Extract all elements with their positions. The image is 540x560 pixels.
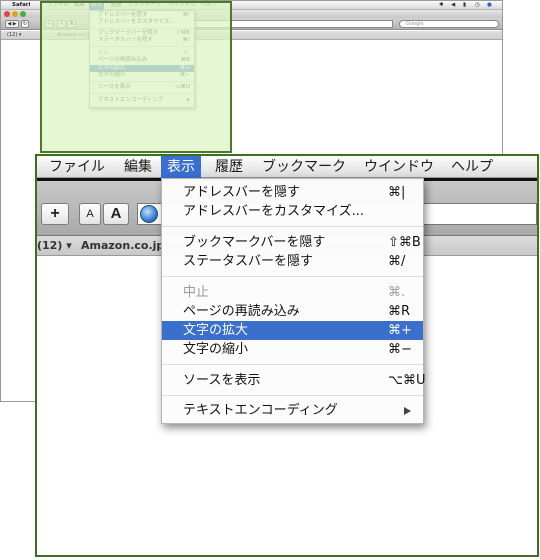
mini-back-forward-icon: ◀ ▶ [5,20,19,28]
menu-item-stop: 中止 ⌘. [162,283,423,302]
mini-bookmark-item: (12) ▾ [7,32,22,38]
menu-item-label: ページの再読み込み [183,304,300,319]
menu-item-label: アドレスバーをカスタマイズ... [183,204,365,219]
menu-item-label: ソースを表示 [183,373,261,388]
globe-icon [140,205,158,223]
menu-item-shortcut: ⌘− [388,342,412,357]
mini-bluetooth-icon: ✱ [439,2,444,8]
mini-zoom-icon [20,11,26,17]
menu-help[interactable]: ヘルプ [451,156,493,178]
mini-search-field: Google [399,20,499,28]
menu-item-label: ステータスバーを隠す [183,254,314,269]
menu-view[interactable]: 表示 [161,156,201,178]
menu-item-label: 文字の拡大 [183,323,249,338]
menu-file[interactable]: ファイル [49,156,105,178]
menu-item-shortcut: ⌘. [388,285,406,300]
menu-item-make-text-smaller[interactable]: 文字の縮小 ⌘− [162,340,423,359]
menubar: ファイル 編集 表示 履歴 ブックマーク ウインドウ ヘルプ [37,156,537,178]
bookmark-amazon[interactable]: Amazon.co.jp [81,236,164,256]
submenu-arrow-icon [404,407,411,415]
menu-edit[interactable]: 編集 [124,156,152,178]
menu-separator [162,226,423,227]
menu-separator [162,276,423,277]
menu-item-text-encoding[interactable]: テキストエンコーディング [162,401,423,420]
zoomed-inset: ファイル 編集 表示 履歴 ブックマーク ウインドウ ヘルプ + A A (12… [35,154,539,557]
view-menu-dropdown: アドレスバーを隠す ⌘| アドレスバーをカスタマイズ... ブックマークバーを隠… [161,178,426,424]
menu-item-label: 中止 [183,285,210,300]
menu-item-shortcut: ⇧⌘B [388,235,421,250]
menu-item-shortcut: ⌘+ [388,323,412,338]
menu-item-reload-page[interactable]: ページの再読み込み ⌘R [162,302,423,321]
mini-app-name: Safari [12,2,31,8]
menu-separator [162,395,423,396]
menu-bookmarks[interactable]: ブックマーク [262,156,346,178]
menu-item-label: 文字の縮小 [183,342,249,357]
menu-item-label: アドレスバーを隠す [183,185,301,200]
menu-item-make-text-bigger[interactable]: 文字の拡大 ⌘+ [162,321,423,340]
mini-reload-icon: ↻ [21,20,29,28]
menu-window[interactable]: ウインドウ [364,156,434,178]
mini-clock-icon: ◷ [475,2,480,8]
menu-item-shortcut: ⌘/ [388,254,406,269]
add-bookmark-button[interactable]: + [41,203,69,225]
menu-item-shortcut: ⌘| [388,185,406,200]
mini-volume-icon: ◀ [451,2,456,8]
menu-item-view-source[interactable]: ソースを表示 ⌥⌘U [162,371,426,390]
mini-spotlight-icon: ● [487,2,492,8]
menu-history[interactable]: 履歴 [215,156,243,178]
menu-item-shortcut: ⌘R [388,304,411,319]
callout-highlight-box [40,1,232,153]
text-smaller-button[interactable]: A [79,203,101,225]
menu-item-label: テキストエンコーディング [183,403,338,418]
mini-minimize-icon [12,11,18,17]
bookmark-folder[interactable]: (12) ▾ [37,236,72,256]
menu-item-shortcut: ⌥⌘U [388,373,426,388]
mini-close-icon [4,11,10,17]
menu-item-hide-bookmarks-bar[interactable]: ブックマークバーを隠す ⇧⌘B [162,233,423,252]
menu-separator [162,364,423,365]
mini-battery-icon: ▮ [463,2,467,8]
menu-item-hide-status-bar[interactable]: ステータスバーを隠す ⌘/ [162,252,423,271]
menu-item-hide-address-bar[interactable]: アドレスバーを隠す ⌘| [162,183,423,202]
menu-item-label: ブックマークバーを隠す [183,235,326,250]
text-larger-button[interactable]: A [103,203,129,225]
menu-item-customize-address-bar[interactable]: アドレスバーをカスタマイズ... [162,202,423,221]
